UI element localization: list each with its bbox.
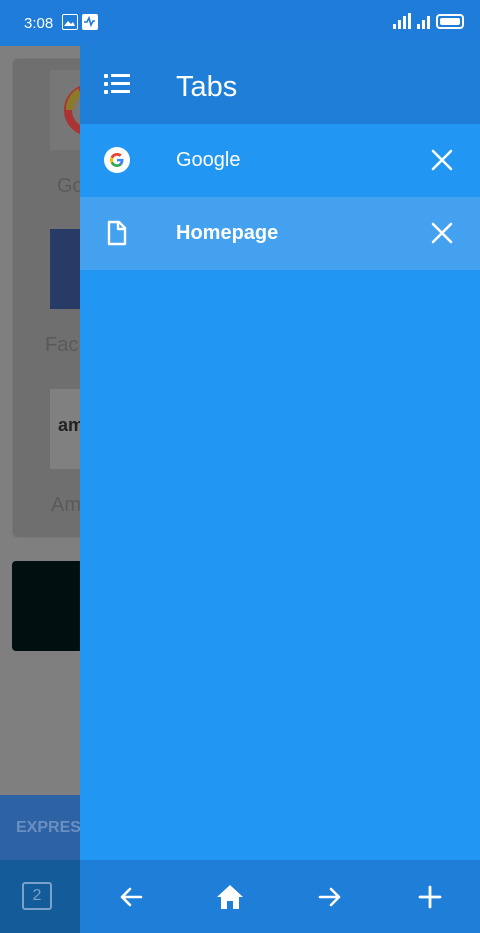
forward-arrow-icon[interactable] (315, 882, 345, 912)
drawer-title: Tabs (176, 71, 238, 103)
google-icon (104, 147, 130, 173)
amazon-tile-label: Am (51, 494, 81, 516)
tab-label-google: Google (176, 149, 241, 171)
activity-notification-icon (82, 14, 98, 30)
document-icon (107, 220, 127, 246)
status-bar: 3:08 (0, 0, 480, 46)
plus-icon[interactable] (415, 882, 445, 912)
status-time: 3:08 (24, 15, 54, 32)
list-icon[interactable] (104, 73, 130, 95)
back-arrow-icon[interactable] (116, 882, 146, 912)
tab-item-google[interactable]: Google (80, 124, 480, 197)
notification-icons (62, 14, 98, 30)
tabs-drawer: Tabs Google Homepage (80, 46, 480, 933)
tab-count-badge: 2 (22, 882, 52, 910)
gallery-notification-icon (62, 14, 78, 30)
home-icon[interactable] (215, 882, 245, 912)
tab-item-homepage[interactable]: Homepage (80, 197, 480, 270)
close-icon[interactable] (430, 221, 454, 245)
battery-icon (436, 14, 464, 29)
express-bar: EXPRES (0, 795, 81, 860)
background-bottom-bar: 2 (0, 860, 80, 933)
close-icon[interactable] (430, 148, 454, 172)
express-label: EXPRES (16, 819, 81, 836)
tab-label-homepage: Homepage (176, 222, 279, 244)
drawer-header: Tabs (80, 46, 480, 124)
system-status-icons (393, 13, 464, 29)
facebook-tile-label: Fac (45, 334, 79, 356)
bottom-nav (80, 860, 480, 933)
signal-icon (393, 13, 411, 29)
signal-icon-2 (417, 13, 430, 29)
